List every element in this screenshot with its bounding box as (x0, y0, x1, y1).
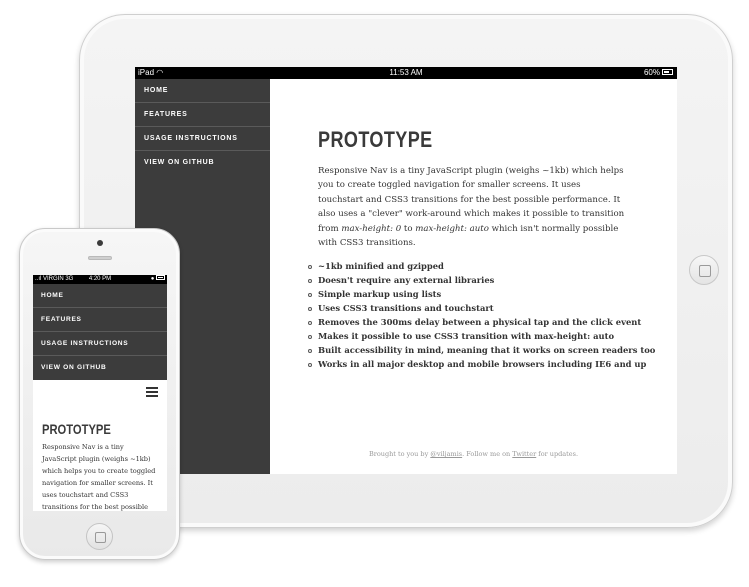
nav-item-view-on-github[interactable]: VIEW ON GITHUB (135, 151, 270, 175)
twitter-link[interactable]: Twitter (512, 450, 536, 458)
list-item: Works in all major desktop and mobile br… (308, 358, 648, 372)
iphone-nav: HOME FEATURES USAGE INSTRUCTIONS VIEW ON… (33, 284, 167, 380)
feature-list: ~1kb minified and gzipped Doesn't requir… (308, 260, 655, 372)
page-footer: Brought to you by @viljamis. Follow me o… (368, 450, 579, 458)
bullet-icon (308, 307, 312, 312)
iphone-clock: 4:20 PM (88, 276, 112, 282)
ipad-clock: 11:53 AM (389, 68, 423, 77)
intro-paragraph: Responsive Nav is a tiny JavaScript plug… (42, 443, 156, 511)
list-item: Uses CSS3 transitions and touchstart (308, 302, 648, 316)
nav-item-home[interactable]: HOME (33, 284, 167, 308)
ipad-screen: iPad ◠ 11:53 AM 60% HOME FEATURES USAGE … (135, 67, 677, 474)
bullet-icon (308, 321, 312, 326)
bullet-icon (308, 279, 312, 284)
ipad-status-bar: iPad ◠ 11:53 AM 60% (135, 67, 677, 79)
list-item: Makes it possible to use CSS3 transition… (308, 330, 648, 344)
nav-item-usage-instructions[interactable]: USAGE INSTRUCTIONS (33, 332, 167, 356)
iphone-home-button-icon[interactable] (86, 523, 113, 550)
list-item: Removes the 300ms delay between a physic… (308, 316, 648, 330)
list-item: Doesn't require any external libraries (308, 274, 648, 288)
iphone-battery: ● (151, 275, 165, 284)
lock-rotation-icon: ● (150, 276, 155, 282)
list-item: Built accessibility in mind, meaning tha… (308, 344, 655, 358)
nav-item-view-on-github[interactable]: VIEW ON GITHUB (33, 356, 167, 380)
bullet-icon (308, 293, 312, 298)
ipad-main-content: PROTOTYPE Responsive Nav is a tiny JavaS… (308, 127, 655, 372)
list-item: ~1kb minified and gzipped (308, 260, 648, 274)
hamburger-menu-icon[interactable] (146, 387, 158, 397)
ipad-battery: 60% (644, 67, 673, 79)
nav-item-usage-instructions[interactable]: USAGE INSTRUCTIONS (135, 127, 270, 151)
page-title: PROTOTYPE (318, 127, 433, 152)
ipad-home-button-icon[interactable] (689, 255, 719, 285)
speaker-icon (88, 256, 112, 260)
intro-paragraph: Responsive Nav is a tiny JavaScript plug… (318, 166, 625, 249)
bullet-icon (308, 362, 312, 367)
iphone-main-content: PROTOTYPE Responsive Nav is a tiny JavaS… (42, 421, 158, 511)
battery-icon (156, 275, 165, 281)
author-link[interactable]: @viljamis (430, 450, 462, 458)
list-item: Simple markup using lists (308, 288, 648, 302)
iphone-screen: ..ıl VIRGIN 3G 4:20 PM ● HOME FEATURES U… (33, 275, 167, 511)
bullet-icon (308, 348, 312, 353)
nav-item-home[interactable]: HOME (135, 79, 270, 103)
nav-item-features[interactable]: FEATURES (33, 308, 167, 332)
battery-icon (662, 68, 673, 75)
bullet-icon (308, 265, 312, 270)
page-title: PROTOTYPE (42, 421, 111, 437)
bullet-icon (308, 334, 312, 339)
iphone-status-bar: ..ıl VIRGIN 3G 4:20 PM ● (33, 275, 167, 284)
nav-item-features[interactable]: FEATURES (135, 103, 270, 127)
camera-icon (97, 240, 103, 246)
